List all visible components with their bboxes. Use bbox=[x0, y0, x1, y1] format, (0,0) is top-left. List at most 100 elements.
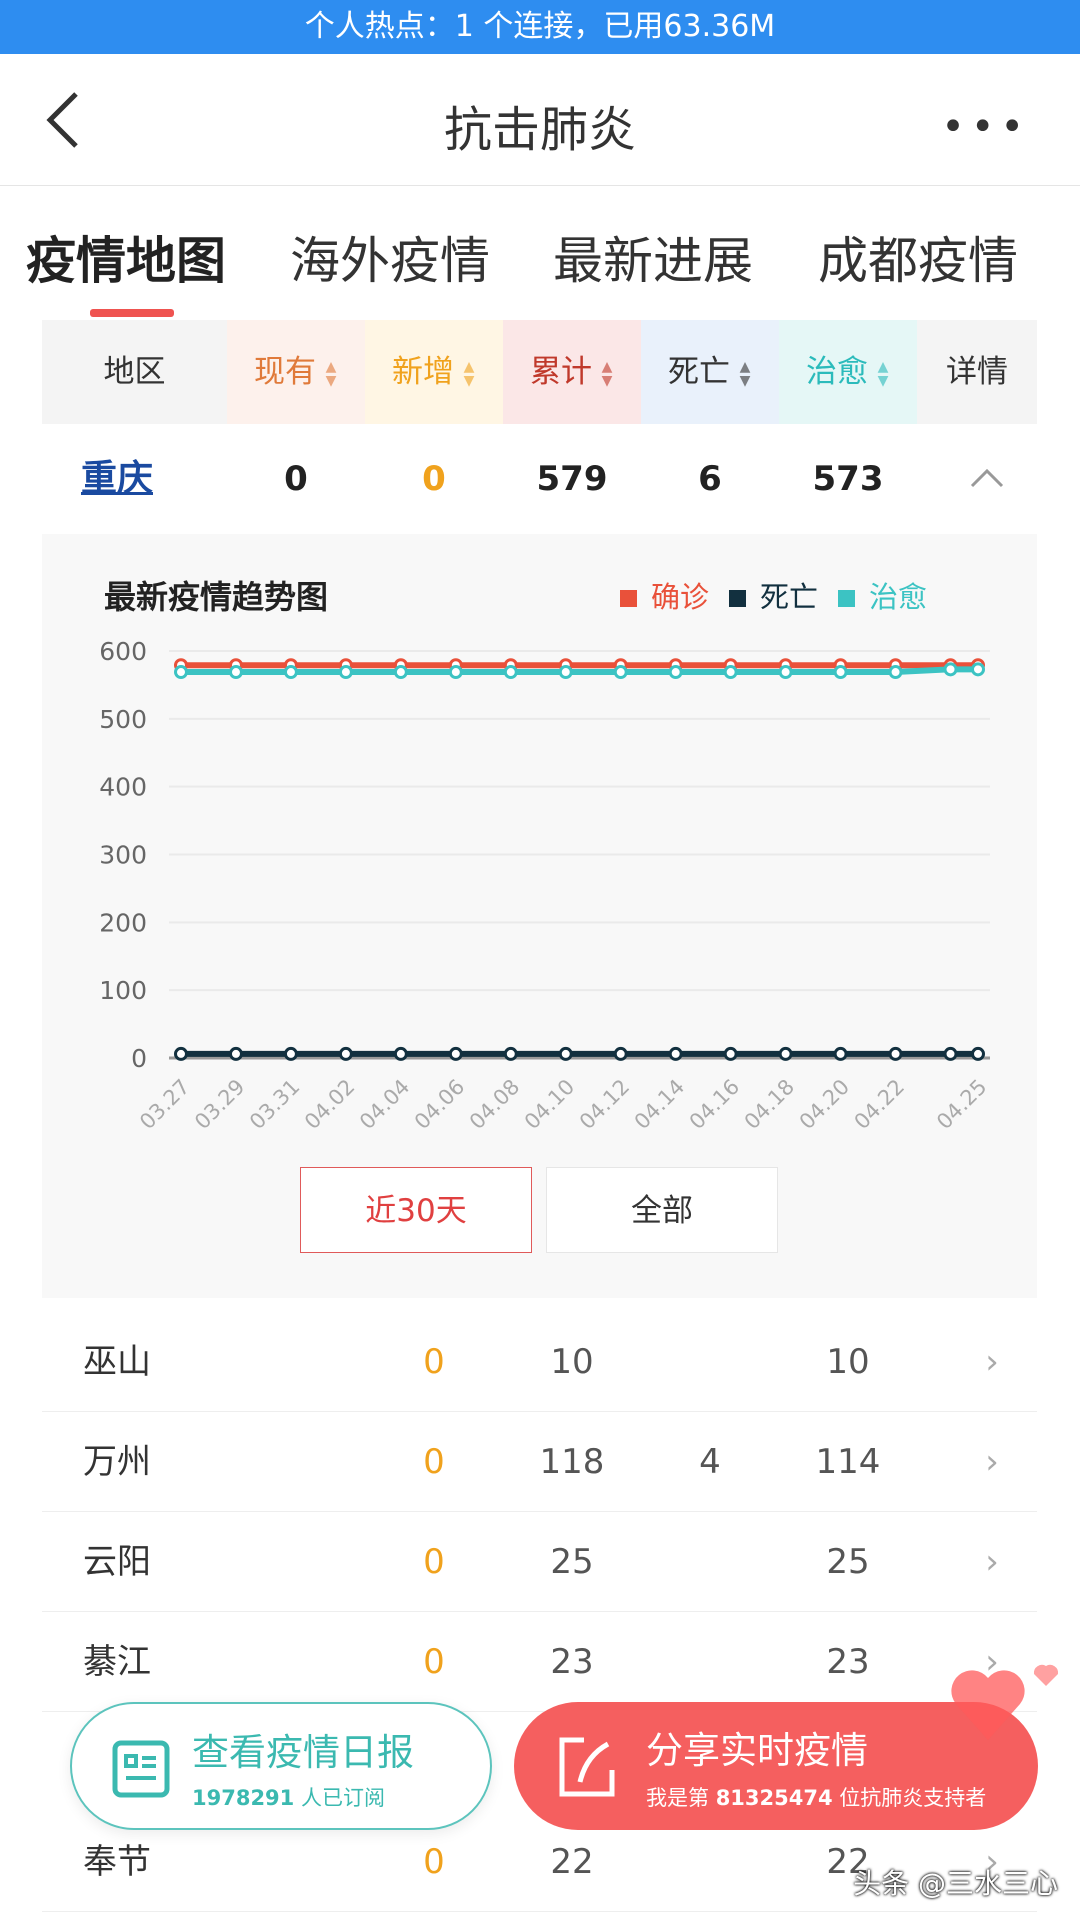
city-name: 万州 bbox=[83, 1442, 151, 1482]
province-name[interactable]: 重庆 bbox=[42, 424, 192, 534]
city-total: 25 bbox=[550, 1542, 594, 1582]
share-title: 分享实时疫情 bbox=[646, 1729, 868, 1772]
x-tick-label: 04.16 bbox=[685, 1075, 744, 1134]
tab-overseas[interactable]: 海外疫情 bbox=[290, 221, 490, 293]
supporter-count: 81325474 bbox=[715, 1786, 833, 1810]
sort-icon: ▲ ▼ bbox=[325, 358, 337, 389]
city-new: 0 bbox=[423, 1342, 445, 1382]
x-tick-label: 04.14 bbox=[630, 1075, 689, 1134]
x-tick-label: 04.10 bbox=[520, 1075, 579, 1134]
x-tick-label: 04.22 bbox=[850, 1075, 909, 1134]
tab-chengdu[interactable]: 成都疫情 bbox=[818, 221, 1018, 293]
y-tick-label: 300 bbox=[99, 841, 147, 870]
trend-chart: 010020030040050060003.2703.2903.3104.020… bbox=[99, 637, 991, 1134]
city-total: 118 bbox=[539, 1442, 605, 1482]
range-30-days-button[interactable]: 近30天 bbox=[300, 1167, 532, 1253]
trend-chart-panel: 最新疫情趋势图 确诊 死亡 治愈 0 100 200 300 400 500 600 03.2… bbox=[42, 534, 1037, 1298]
data-point bbox=[943, 662, 958, 677]
sort-cured[interactable]: 治愈 ▲ ▼ bbox=[779, 320, 917, 424]
data-point bbox=[943, 1046, 958, 1061]
province-new: 0 bbox=[422, 459, 446, 499]
city-row[interactable]: 万州 0 118 4 114 › bbox=[42, 1412, 1037, 1512]
sort-current[interactable]: 现有 ▲ ▼ bbox=[227, 320, 365, 424]
y-tick-label: 0 bbox=[131, 1044, 147, 1073]
y-tick-label: 200 bbox=[99, 908, 147, 937]
x-tick-label: 04.04 bbox=[355, 1075, 414, 1134]
data-point bbox=[833, 1046, 848, 1061]
chevron-right-icon[interactable]: › bbox=[977, 1412, 1007, 1512]
series-line bbox=[181, 666, 978, 676]
city-cured: 114 bbox=[815, 1442, 881, 1482]
table-header: 地区 现有 ▲ ▼ 新增 ▲ ▼ 累计 ▲ ▼ 死亡 ▲ ▼ 治愈 ▲ ▼ 详情 bbox=[42, 320, 1037, 424]
x-tick-label: 03.29 bbox=[190, 1075, 249, 1134]
data-point bbox=[778, 1046, 793, 1061]
chevron-right-icon[interactable]: › bbox=[977, 1512, 1007, 1612]
subscriber-label: 人已订阅 bbox=[300, 1786, 385, 1810]
data-point bbox=[503, 665, 518, 680]
x-tick-label: 04.18 bbox=[740, 1075, 799, 1134]
city-row[interactable]: 綦江 0 23 23 › bbox=[42, 1612, 1037, 1712]
sort-icon: ▲ ▼ bbox=[877, 358, 889, 389]
province-total: 579 bbox=[536, 459, 608, 499]
y-tick-label: 600 bbox=[99, 637, 147, 666]
data-point bbox=[613, 1046, 628, 1061]
subscriber-count: 1978291 bbox=[192, 1786, 295, 1810]
sort-total[interactable]: 累计 ▲ ▼ bbox=[503, 320, 641, 424]
share-icon bbox=[559, 1737, 615, 1797]
data-point bbox=[228, 665, 243, 680]
share-suffix: 位抗肺炎支持者 bbox=[839, 1786, 987, 1810]
x-tick-label: 04.02 bbox=[300, 1075, 359, 1134]
city-cured: 10 bbox=[826, 1342, 870, 1382]
city-new: 0 bbox=[423, 1642, 445, 1682]
province-cured: 573 bbox=[812, 459, 884, 499]
data-point bbox=[283, 665, 298, 680]
data-point bbox=[668, 1046, 683, 1061]
header-region: 地区 bbox=[103, 354, 166, 390]
city-row[interactable]: 巫山 0 10 10 › bbox=[42, 1312, 1037, 1412]
report-icon bbox=[112, 1740, 170, 1798]
page-title: 抗击肺炎 bbox=[443, 102, 636, 158]
city-name: 巫山 bbox=[83, 1342, 151, 1382]
range-all-button[interactable]: 全部 bbox=[546, 1167, 778, 1253]
header: 抗击肺炎 ••• bbox=[0, 54, 1080, 186]
chevron-up-icon[interactable] bbox=[970, 468, 1004, 488]
x-tick-label: 03.27 bbox=[135, 1075, 194, 1134]
data-point bbox=[283, 1046, 298, 1061]
data-point bbox=[668, 665, 683, 680]
data-point bbox=[448, 665, 463, 680]
x-tick-label: 04.20 bbox=[795, 1075, 854, 1134]
sort-icon: ▲ ▼ bbox=[601, 358, 613, 389]
x-tick-label: 03.31 bbox=[245, 1075, 304, 1134]
province-death: 6 bbox=[698, 459, 722, 499]
x-tick-label: 04.12 bbox=[575, 1075, 634, 1134]
x-tick-label: 04.08 bbox=[465, 1075, 524, 1134]
city-row[interactable]: 云阳 0 25 25 › bbox=[42, 1512, 1037, 1612]
city-total: 23 bbox=[550, 1642, 594, 1682]
more-dots-icon[interactable]: ••• bbox=[941, 104, 1030, 150]
data-point bbox=[338, 1046, 353, 1061]
data-point bbox=[888, 1046, 903, 1061]
daily-report-button[interactable]: 查看疫情日报 1978291 人已订阅 bbox=[70, 1702, 492, 1830]
active-tab-indicator bbox=[90, 309, 174, 317]
chevron-right-icon[interactable]: › bbox=[977, 1312, 1007, 1412]
tab-latest-progress[interactable]: 最新进展 bbox=[553, 221, 753, 293]
tab-epidemic-map[interactable]: 疫情地图 bbox=[26, 221, 226, 293]
city-cured: 25 bbox=[826, 1542, 870, 1582]
data-point bbox=[448, 1046, 463, 1061]
city-new: 0 bbox=[423, 1442, 445, 1482]
data-point bbox=[393, 1046, 408, 1061]
province-row[interactable]: 重庆 0 0 579 6 573 bbox=[42, 424, 1037, 534]
heart-icon[interactable] bbox=[946, 1658, 1066, 1748]
data-point bbox=[778, 665, 793, 680]
data-point bbox=[503, 1046, 518, 1061]
header-details: 详情 bbox=[946, 354, 1008, 390]
data-point bbox=[393, 665, 408, 680]
sort-death[interactable]: 死亡 ▲ ▼ bbox=[641, 320, 779, 424]
city-total: 10 bbox=[550, 1342, 594, 1382]
city-cured: 23 bbox=[826, 1642, 870, 1682]
daily-report-title: 查看疫情日报 bbox=[192, 1731, 414, 1774]
x-tick-label: 04.06 bbox=[410, 1075, 469, 1134]
sort-new[interactable]: 新增 ▲ ▼ bbox=[365, 320, 503, 424]
tab-bar: 疫情地图 海外疫情 最新进展 成都疫情 bbox=[0, 187, 1080, 317]
city-name: 綦江 bbox=[83, 1642, 151, 1682]
